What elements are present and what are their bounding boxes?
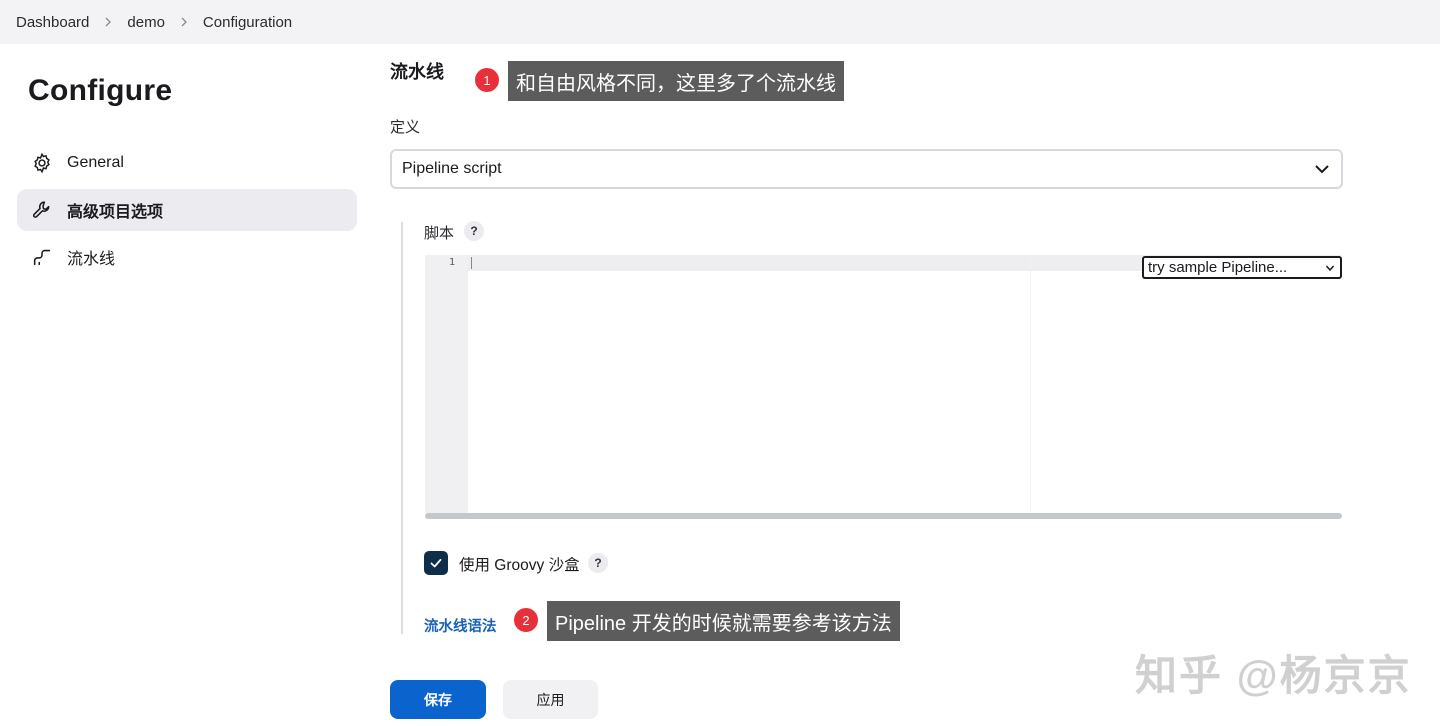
sidebar-item-general[interactable]: General	[17, 142, 357, 184]
pipeline-icon	[30, 245, 54, 269]
chevron-right-icon	[89, 17, 127, 27]
breadcrumb-configuration[interactable]: Configuration	[203, 14, 292, 31]
editor-horizontal-scrollbar[interactable]	[425, 513, 1342, 519]
watermark: 知乎 @杨京京	[1135, 652, 1412, 699]
script-editor[interactable]: 1	[425, 255, 1342, 519]
editor-gutter: 1	[425, 255, 468, 513]
groovy-sandbox-checkbox[interactable]	[424, 551, 448, 575]
sidebar-item-label: 流水线	[67, 251, 116, 268]
nested-section-divider	[401, 222, 403, 634]
annotation-callout-2: Pipeline 开发的时候就需要参考该方法	[547, 601, 900, 641]
annotation-badge-2: 2	[514, 608, 538, 632]
chevron-down-icon	[1315, 165, 1329, 174]
sidebar-item-pipeline[interactable]: 流水线	[17, 236, 357, 278]
script-help-button[interactable]: ?	[464, 221, 484, 241]
section-title: 流水线	[390, 62, 444, 82]
chevron-right-icon	[165, 17, 203, 27]
definition-select-value: Pipeline script	[402, 160, 502, 177]
editor-print-margin	[1030, 255, 1031, 513]
annotation-badge-1: 1	[475, 68, 499, 92]
sandbox-help-button[interactable]: ?	[588, 553, 608, 573]
sidebar-item-label: 高级项目选项	[67, 204, 164, 221]
gear-icon	[30, 151, 54, 175]
definition-label: 定义	[390, 119, 421, 136]
breadcrumb-demo[interactable]: demo	[127, 14, 165, 31]
sample-pipeline-value: try sample Pipeline...	[1148, 259, 1288, 276]
editor-cursor	[471, 257, 472, 269]
pipeline-syntax-link[interactable]: 流水线语法	[424, 615, 497, 636]
save-button[interactable]: 保存	[390, 680, 486, 719]
breadcrumb: Dashboard demo Configuration	[0, 0, 1440, 44]
wrench-icon	[30, 198, 54, 222]
sidebar-item-advanced-options[interactable]: 高级项目选项	[17, 189, 357, 231]
apply-button[interactable]: 应用	[503, 680, 598, 719]
sample-pipeline-select[interactable]: try sample Pipeline...	[1142, 256, 1342, 279]
definition-select[interactable]: Pipeline script	[390, 149, 1343, 189]
breadcrumb-dashboard[interactable]: Dashboard	[16, 14, 89, 31]
annotation-callout-1: 和自由风格不同，这里多了个流水线	[508, 61, 844, 101]
sidebar-item-label: General	[67, 154, 124, 171]
line-number: 1	[448, 257, 455, 268]
groovy-sandbox-label: 使用 Groovy 沙盒	[459, 557, 580, 574]
page-title: Configure	[28, 74, 173, 107]
checkmark-icon	[430, 558, 442, 568]
script-label: 脚本	[424, 225, 455, 242]
chevron-down-icon	[1325, 265, 1335, 272]
